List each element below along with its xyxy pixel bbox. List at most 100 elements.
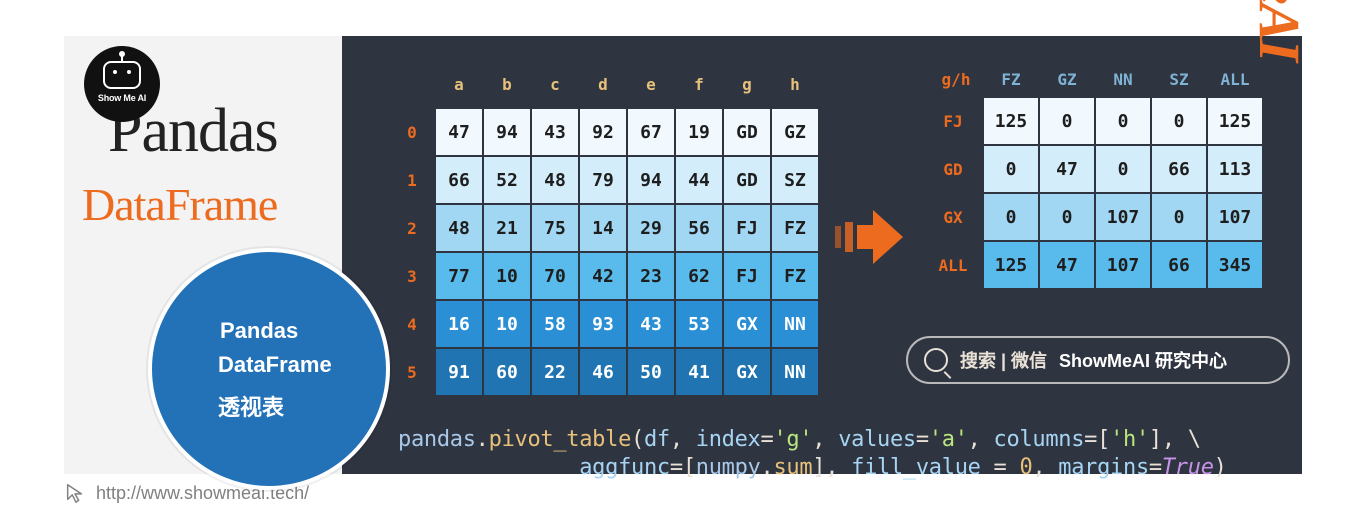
circle-line-3: 透视表	[218, 390, 284, 422]
cell: 92	[579, 108, 627, 156]
row-index: 0	[399, 108, 435, 156]
cell: 50	[627, 348, 675, 396]
cell: GX	[723, 348, 771, 396]
code-token: =	[1149, 455, 1162, 480]
code-token: pandas	[398, 427, 476, 452]
code-token: .	[476, 427, 489, 452]
cell: 70	[531, 252, 579, 300]
table-row: GD 0 47 0 66 113	[929, 145, 1263, 193]
brand-badge-text: Show Me AI	[98, 93, 146, 103]
cell: 48	[435, 204, 483, 252]
code-token: =	[981, 455, 1020, 480]
cell: 125	[983, 97, 1039, 145]
cell: 52	[483, 156, 531, 204]
col-header: a	[435, 62, 483, 108]
cell: 41	[675, 348, 723, 396]
cell: NN	[771, 348, 819, 396]
cell: 46	[579, 348, 627, 396]
col-header: b	[483, 62, 531, 108]
code-token: fill_value	[851, 455, 980, 480]
code-token: [	[1097, 427, 1110, 452]
cell: 0	[1039, 97, 1095, 145]
circle-line-1: Pandas	[220, 318, 298, 344]
table-row: 1 66 52 48 79 94 44 GD SZ	[399, 156, 819, 204]
code-token: values	[838, 427, 916, 452]
col-header: NN	[1095, 62, 1151, 97]
background-wordmark: ShowMeAI	[1246, 0, 1313, 60]
cell: 107	[1207, 193, 1263, 241]
cell: 94	[627, 156, 675, 204]
col-header: f	[675, 62, 723, 108]
cell: FJ	[723, 252, 771, 300]
cell: 79	[579, 156, 627, 204]
col-header: c	[531, 62, 579, 108]
source-dataframe-table: a b c d e f g h 0 47 94 43 92 67 19 GD G…	[399, 62, 820, 397]
cell: 10	[483, 252, 531, 300]
cell: 125	[1207, 97, 1263, 145]
code-token: df	[644, 427, 670, 452]
cell: 0	[1039, 193, 1095, 241]
cell: 21	[483, 204, 531, 252]
code-token: columns	[994, 427, 1085, 452]
cell: 56	[675, 204, 723, 252]
cell: FZ	[771, 204, 819, 252]
cell: 48	[531, 156, 579, 204]
row-index: GD	[929, 145, 983, 193]
code-token: numpy	[696, 455, 761, 480]
wordmark-orange: MeAI	[1247, 0, 1312, 60]
corner-cell: g/h	[929, 62, 983, 97]
circle-line-2: DataFrame	[218, 352, 332, 378]
cell: 77	[435, 252, 483, 300]
code-token: ,	[825, 455, 851, 480]
code-token: =	[1084, 427, 1097, 452]
cell: 58	[531, 300, 579, 348]
code-token: ]	[812, 455, 825, 480]
cell: 10	[483, 300, 531, 348]
col-header: SZ	[1151, 62, 1207, 97]
row-index: 5	[399, 348, 435, 396]
code-token: margins	[1058, 455, 1149, 480]
code-token: =	[916, 427, 929, 452]
code-token: [	[683, 455, 696, 480]
search-hint-bold: ShowMeAI 研究中心	[1059, 347, 1227, 373]
topic-circle: Pandas DataFrame 透视表	[148, 248, 390, 490]
code-token: .	[761, 455, 774, 480]
cell: 19	[675, 108, 723, 156]
table-row: ALL 125 47 107 66 345	[929, 241, 1263, 289]
code-snippet: pandas.pivot_table(df, index='g', values…	[398, 426, 1227, 482]
cell: 94	[483, 108, 531, 156]
cell: 0	[1151, 193, 1207, 241]
pivot-result-table: g/h FZ GZ NN SZ ALL FJ 125 0 0 0 125 GD …	[929, 62, 1264, 290]
code-token: 'h'	[1110, 427, 1149, 452]
code-token: ,	[812, 427, 838, 452]
col-header: FZ	[983, 62, 1039, 97]
col-header: ALL	[1207, 62, 1263, 97]
cell: 66	[1151, 241, 1207, 289]
cell: 44	[675, 156, 723, 204]
code-token: =	[670, 455, 683, 480]
robot-icon	[103, 61, 141, 89]
code-token: )	[1214, 455, 1227, 480]
col-header: g	[723, 62, 771, 108]
table-header-row: g/h FZ GZ NN SZ ALL	[929, 62, 1263, 97]
cell: 91	[435, 348, 483, 396]
cell: 43	[627, 300, 675, 348]
code-token: ,	[968, 427, 994, 452]
table-row: 0 47 94 43 92 67 19 GD GZ	[399, 108, 819, 156]
code-token: 'a'	[929, 427, 968, 452]
cell: GX	[723, 300, 771, 348]
search-pill: 搜索 | 微信 ShowMeAI 研究中心	[906, 336, 1290, 384]
cell: GD	[723, 108, 771, 156]
cell: GZ	[771, 108, 819, 156]
cell: 0	[1095, 145, 1151, 193]
code-token: aggfunc	[579, 455, 670, 480]
code-token: True	[1162, 455, 1214, 480]
col-header: d	[579, 62, 627, 108]
cell: 0	[983, 145, 1039, 193]
row-index: 4	[399, 300, 435, 348]
col-header: GZ	[1039, 62, 1095, 97]
row-index: GX	[929, 193, 983, 241]
search-icon	[924, 348, 948, 372]
cell: 47	[1039, 145, 1095, 193]
cell: GD	[723, 156, 771, 204]
